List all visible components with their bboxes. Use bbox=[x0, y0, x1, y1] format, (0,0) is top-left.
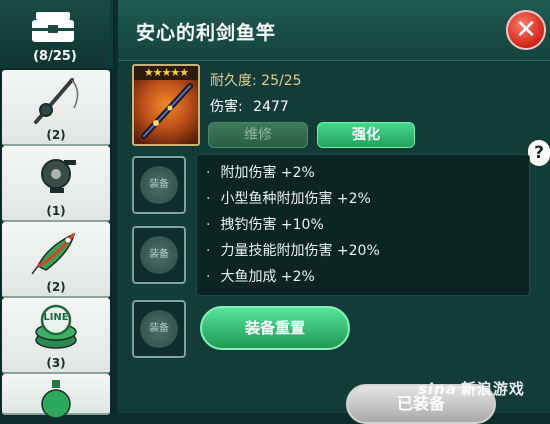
item-portrait: ★★★★★ bbox=[132, 64, 200, 146]
panel-header: 安心的利剑鱼竿 ✕ bbox=[118, 0, 550, 61]
repair-button[interactable]: 维修 bbox=[208, 122, 308, 148]
slot-label: 装备 bbox=[140, 310, 178, 348]
watermark-text: 新浪游戏 bbox=[460, 380, 525, 398]
damage-stat: 伤害: 2477 bbox=[210, 96, 289, 116]
damage-value: 2477 bbox=[253, 99, 289, 115]
list-item: · 大鱼加成 +2% bbox=[206, 269, 315, 285]
sidebar-item-bait[interactable] bbox=[2, 374, 110, 418]
sidebar-item-lures[interactable]: (2) bbox=[2, 222, 110, 298]
lines-count: (3) bbox=[46, 356, 66, 370]
close-button[interactable]: ✕ bbox=[506, 10, 546, 50]
line-icon-label: LINE bbox=[43, 312, 69, 323]
list-item: · 力量技能附加伤害 +20% bbox=[206, 243, 380, 259]
line-icon bbox=[35, 304, 77, 349]
list-item: · 附加伤害 +2% bbox=[206, 165, 315, 181]
rod-icon bbox=[34, 78, 79, 124]
bait-bottle-icon bbox=[41, 380, 71, 418]
help-icon[interactable]: ? bbox=[528, 140, 550, 166]
slot-label: 装备 bbox=[140, 166, 178, 204]
star-rating: ★★★★★ bbox=[134, 66, 198, 80]
reels-count: (1) bbox=[46, 204, 66, 218]
damage-label: 伤害: bbox=[210, 99, 243, 115]
item-title: 安心的利剑鱼竿 bbox=[136, 22, 277, 44]
equipment-slot[interactable]: 装备 bbox=[132, 300, 186, 358]
equipment-slot[interactable]: 装备 bbox=[132, 226, 186, 284]
sidebar-item-rods[interactable]: (2) bbox=[2, 70, 110, 146]
list-item: · 小型鱼种附加伤害 +2% bbox=[206, 191, 371, 207]
lures-count: (2) bbox=[46, 280, 66, 294]
slot-label: 装备 bbox=[140, 236, 178, 274]
category-sidebar: (8/25) (2) (1) (2) LINE (3) bbox=[0, 0, 115, 418]
upgrade-button[interactable]: 强化 bbox=[317, 122, 415, 148]
tab-all-equipment[interactable]: (8/25) bbox=[0, 0, 113, 68]
sidebar-item-lines[interactable]: LINE (3) bbox=[2, 298, 110, 374]
sidebar-item-reels[interactable]: (1) bbox=[2, 146, 110, 222]
close-icon: ✕ bbox=[515, 15, 537, 45]
bonus-list: · 附加伤害 +2% · 小型鱼种附加伤害 +2% · 拽钓伤害 +10% · 力量技能… bbox=[206, 160, 380, 290]
equipment-reset-button[interactable]: 装备重置 bbox=[200, 306, 350, 350]
fishing-rod-icon bbox=[141, 83, 193, 139]
tackle-box-icon bbox=[32, 12, 74, 42]
watermark: sina 新浪游戏 bbox=[418, 378, 525, 399]
durability-stat: 耐久度: 25/25 bbox=[210, 73, 302, 89]
equipment-slot[interactable]: 装备 bbox=[132, 156, 186, 214]
watermark-brand: sina bbox=[418, 380, 457, 398]
lure-icon bbox=[31, 232, 76, 275]
rods-count: (2) bbox=[46, 128, 66, 142]
reel-icon bbox=[41, 159, 76, 193]
inventory-count: (8/25) bbox=[33, 49, 77, 64]
list-item: · 拽钓伤害 +10% bbox=[206, 217, 324, 233]
